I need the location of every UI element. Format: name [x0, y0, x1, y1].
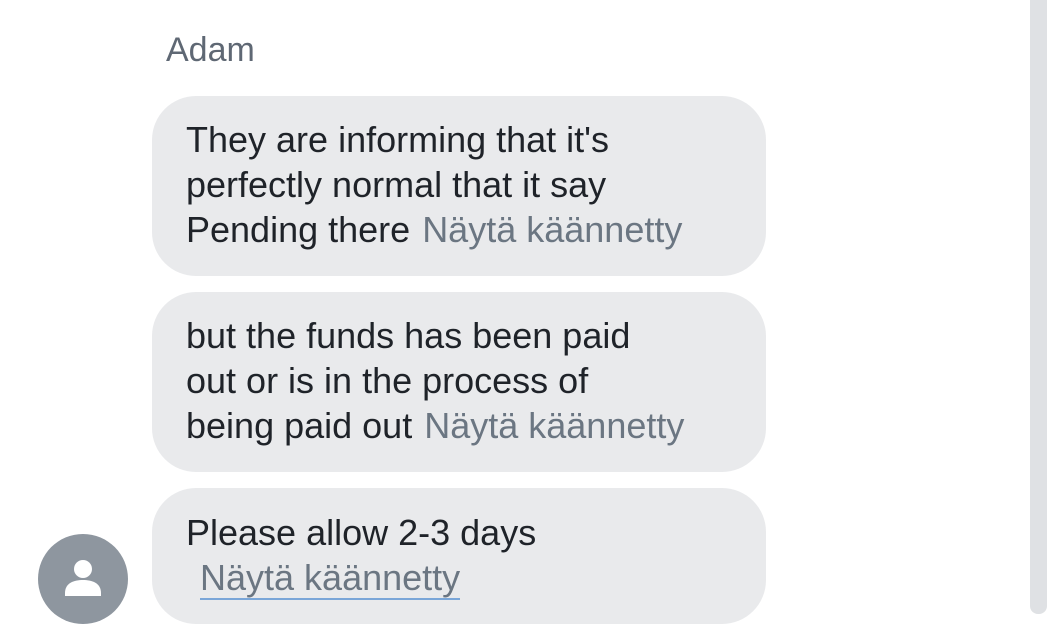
avatar[interactable] [38, 534, 128, 624]
message-text-line: perfectly normal that it say [186, 164, 607, 205]
scrollbar[interactable] [1030, 0, 1047, 614]
show-translation-link[interactable]: Näytä käännetty [200, 558, 461, 600]
show-translation-link[interactable]: Näytä käännetty [422, 209, 682, 250]
show-translation-link[interactable]: Näytä käännetty [424, 405, 684, 446]
sender-name: Adam [166, 31, 255, 69]
message-text: being paid out [186, 405, 413, 446]
message-bubble[interactable]: but the funds has been paid out or is in… [152, 292, 766, 472]
message-text-line: out or is in the process of [186, 360, 589, 401]
message-text-line: Pending there Näytä käännetty [186, 207, 732, 252]
message-text-line: but the funds has been paid [186, 315, 631, 356]
message-text: Pending there [186, 209, 411, 250]
message-text-line: They are informing that it's [186, 119, 610, 160]
message-text-line: Please allow 2-3 days [186, 512, 537, 553]
message-text-line: being paid out Näytä käännetty [186, 403, 732, 448]
person-icon [65, 560, 101, 596]
message-bubble[interactable]: Please allow 2-3 days Näytä käännetty [152, 488, 766, 624]
message-bubble[interactable]: They are informing that it's perfectly n… [152, 96, 766, 276]
chat-view: Adam They are informing that it's perfec… [0, 0, 1062, 643]
